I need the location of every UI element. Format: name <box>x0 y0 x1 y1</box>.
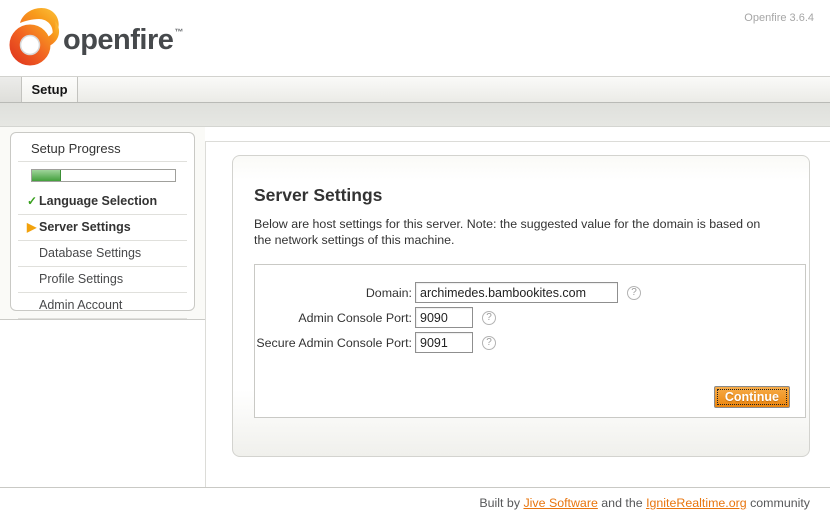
domain-help-icon[interactable]: ? <box>627 286 641 300</box>
continue-button[interactable]: Continue <box>714 386 790 408</box>
sidebar-step-label: Database Settings <box>39 246 141 260</box>
domain-label: Domain: <box>255 286 415 300</box>
form-row-secure-port: Secure Admin Console Port: ? <box>255 332 805 353</box>
admin-port-input[interactable] <box>415 307 473 328</box>
page-description: Below are host settings for this server.… <box>254 217 762 248</box>
domain-input[interactable] <box>415 282 618 303</box>
setup-progress-title: Setup Progress <box>18 140 187 161</box>
secure-port-label: Secure Admin Console Port: <box>255 336 415 350</box>
check-icon: ✓ <box>27 194 39 208</box>
tab-setup[interactable]: Setup <box>22 77 78 102</box>
openfire-flame-logo-icon <box>8 5 62 67</box>
sub-nav-bar <box>0 102 830 127</box>
setup-progress-bar <box>31 169 176 182</box>
sidebar-step-label: Server Settings <box>39 220 131 234</box>
trademark: ™ <box>174 27 183 37</box>
progress-fill <box>32 170 61 181</box>
setup-progress-sidebar: Setup Progress ✓ Language Selection ▶ Se… <box>10 132 195 311</box>
header: openfire™ Openfire 3.6.4 <box>0 0 830 76</box>
sidebar-step-server-settings: ▶ Server Settings <box>18 215 187 241</box>
footer-text-middle: and the <box>598 496 646 510</box>
page-title: Server Settings <box>254 185 809 206</box>
sidebar-step-language-selection: ✓ Language Selection <box>18 189 187 215</box>
openfire-setup-page: openfire™ Openfire 3.6.4 Setup Setup Pro… <box>0 0 830 524</box>
sidebar-step-label: Admin Account <box>39 298 122 312</box>
tab-bar-spacer <box>0 77 22 102</box>
igniterealtime-link[interactable]: IgniteRealtime.org <box>646 496 747 510</box>
jive-software-link[interactable]: Jive Software <box>523 496 597 510</box>
sidebar-step-profile-settings: Profile Settings <box>18 267 187 293</box>
secure-port-input[interactable] <box>415 332 473 353</box>
arrow-right-icon: ▶ <box>27 220 39 234</box>
server-settings-panel: Server Settings Below are host settings … <box>232 155 810 457</box>
sidebar-step-label: Profile Settings <box>39 272 123 286</box>
footer-text-suffix: community <box>747 496 810 510</box>
divider <box>18 161 187 162</box>
version-label: Openfire 3.6.4 <box>744 12 814 24</box>
admin-port-help-icon[interactable]: ? <box>482 311 496 325</box>
sidebar-step-label: Language Selection <box>39 194 157 208</box>
brand-wordmark: openfire™ <box>63 24 183 57</box>
form-row-domain: Domain: ? <box>255 282 805 303</box>
admin-port-label: Admin Console Port: <box>255 311 415 325</box>
secure-port-help-icon[interactable]: ? <box>482 336 496 350</box>
form-row-admin-port: Admin Console Port: ? <box>255 307 805 328</box>
sidebar-step-database-settings: Database Settings <box>18 241 187 267</box>
server-settings-form: Domain: ? Admin Console Port: ? Secure A… <box>254 264 806 418</box>
footer-text-prefix: Built by <box>479 496 523 510</box>
sidebar-step-admin-account: Admin Account <box>18 293 187 319</box>
tab-bar: Setup <box>0 76 830 102</box>
footer: Built by Jive Software and the IgniteRea… <box>0 487 830 524</box>
